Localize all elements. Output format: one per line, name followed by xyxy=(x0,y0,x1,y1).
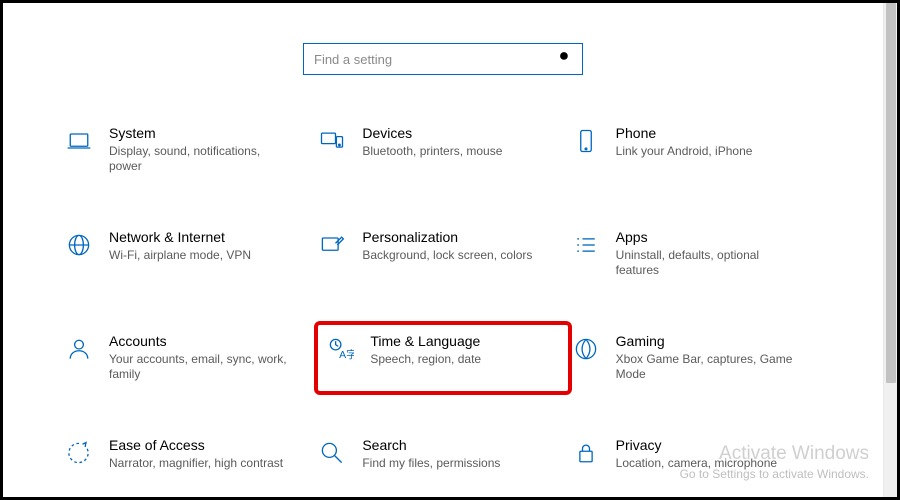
ease-icon xyxy=(63,437,95,469)
search-icon xyxy=(558,50,572,69)
search-input[interactable]: Find a setting xyxy=(303,43,583,75)
tile-title: System xyxy=(109,125,289,142)
magnifier-icon xyxy=(316,437,348,469)
tile-personalization[interactable]: Personalization Background, lock screen,… xyxy=(316,219,569,289)
phone-icon xyxy=(570,125,602,157)
scrollbar[interactable] xyxy=(883,3,897,497)
tile-desc: Wi-Fi, airplane mode, VPN xyxy=(109,248,251,264)
tile-desc: Display, sound, notifications, power xyxy=(109,144,289,175)
search-placeholder: Find a setting xyxy=(314,52,558,67)
tile-desc: Location, camera, microphone xyxy=(616,456,777,472)
tile-phone[interactable]: Phone Link your Android, iPhone xyxy=(570,115,823,185)
scrollbar-thumb[interactable] xyxy=(886,3,896,383)
settings-grid: System Display, sound, notifications, po… xyxy=(63,115,823,487)
tile-privacy[interactable]: Privacy Location, camera, microphone xyxy=(570,427,823,487)
tile-desc: Uninstall, defaults, optional features xyxy=(616,248,796,279)
list-icon xyxy=(570,229,602,261)
tile-desc: Link your Android, iPhone xyxy=(616,144,753,160)
tile-gaming[interactable]: Gaming Xbox Game Bar, captures, Game Mod… xyxy=(570,323,823,393)
tile-title: Privacy xyxy=(616,437,777,454)
paint-icon xyxy=(316,229,348,261)
tile-apps[interactable]: Apps Uninstall, defaults, optional featu… xyxy=(570,219,823,289)
tile-title: Apps xyxy=(616,229,796,246)
tile-title: Accounts xyxy=(109,333,289,350)
devices-icon xyxy=(316,125,348,157)
tile-network[interactable]: Network & Internet Wi-Fi, airplane mode,… xyxy=(63,219,316,289)
tile-desc: Narrator, magnifier, high contrast xyxy=(109,456,283,472)
tile-desc: Find my files, permissions xyxy=(362,456,500,472)
tile-title: Ease of Access xyxy=(109,437,283,454)
tile-search[interactable]: Search Find my files, permissions xyxy=(316,427,569,487)
tile-title: Search xyxy=(362,437,500,454)
tile-title: Personalization xyxy=(362,229,532,246)
gaming-icon xyxy=(570,333,602,365)
tile-desc: Background, lock screen, colors xyxy=(362,248,532,264)
tile-title: Gaming xyxy=(616,333,796,350)
tile-ease-of-access[interactable]: Ease of Access Narrator, magnifier, high… xyxy=(63,427,316,487)
tile-title: Network & Internet xyxy=(109,229,251,246)
time-language-icon: A字 xyxy=(324,333,356,365)
tile-desc: Your accounts, email, sync, work, family xyxy=(109,352,289,383)
tile-desc: Speech, region, date xyxy=(370,352,481,368)
globe-icon xyxy=(63,229,95,261)
tile-title: Devices xyxy=(362,125,502,142)
tile-desc: Bluetooth, printers, mouse xyxy=(362,144,502,160)
tile-accounts[interactable]: Accounts Your accounts, email, sync, wor… xyxy=(63,323,316,393)
person-icon xyxy=(63,333,95,365)
svg-text:A字: A字 xyxy=(339,348,354,361)
tile-devices[interactable]: Devices Bluetooth, printers, mouse xyxy=(316,115,569,185)
tile-desc: Xbox Game Bar, captures, Game Mode xyxy=(616,352,796,383)
tile-time-language[interactable]: A字 Time & Language Speech, region, date xyxy=(316,323,569,393)
tile-title: Time & Language xyxy=(370,333,481,350)
tile-title: Phone xyxy=(616,125,753,142)
laptop-icon xyxy=(63,125,95,157)
lock-icon xyxy=(570,437,602,469)
tile-system[interactable]: System Display, sound, notifications, po… xyxy=(63,115,316,185)
